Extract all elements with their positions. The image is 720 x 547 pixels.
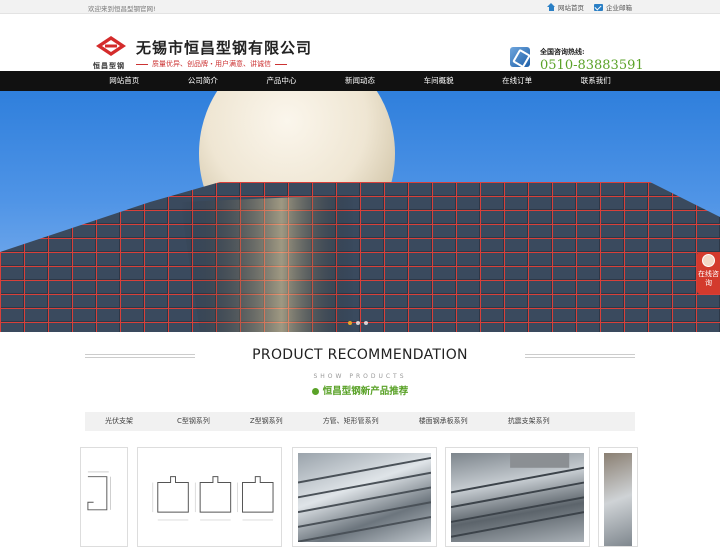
product-photo-image (298, 453, 431, 542)
online-consult-button[interactable]: 在线咨询 (697, 252, 720, 294)
main-nav: 网站首页 公司简介 产品中心 新闻动态 车间概貌 在线订单 联系我们 (0, 71, 720, 91)
slogan: 质量优异、创品牌・用户满意、讲诚信 (152, 60, 271, 68)
nav-item-news[interactable]: 新闻动态 (321, 71, 400, 91)
welcome-text: 欢迎来到恒昌型钢官网! (88, 5, 156, 13)
product-section-title: PRODUCT RECOMMENDATION (252, 347, 468, 363)
top-bar: 欢迎来到恒昌型钢官网! 网站首页 企业邮箱 (0, 0, 720, 14)
product-card[interactable] (598, 447, 638, 547)
company-logo-icon[interactable] (96, 36, 126, 56)
header: 恒昌型钢 无锡市恒昌型钢有限公司 质量优异、创品牌・用户满意、讲诚信 全国咨询热… (0, 14, 720, 73)
slogan-divider-right (275, 63, 287, 65)
home-icon (547, 3, 555, 11)
product-category-tabs: 光伏支架 C型钢系列 Z型钢系列 方管、矩形管系列 楼面钢承板系列 抗震支架系列 (85, 412, 635, 431)
banner-solar-roof-image (0, 182, 720, 332)
title-divider-right (525, 354, 635, 358)
product-photo-image (604, 453, 632, 546)
nav-item-contact[interactable]: 联系我们 (556, 71, 635, 91)
product-carousel (0, 447, 720, 547)
product-section-subtitle: 恒昌型钢新产品推荐 (322, 386, 409, 397)
product-card[interactable] (137, 447, 282, 547)
consultant-avatar-icon (702, 254, 715, 267)
hero-banner[interactable] (0, 91, 720, 332)
product-drawing-image (143, 453, 276, 542)
slide-dot-3[interactable] (364, 321, 368, 325)
product-card[interactable] (292, 447, 437, 547)
nav-item-order[interactable]: 在线订单 (478, 71, 557, 91)
slide-indicators (348, 321, 368, 325)
slogan-divider-left (136, 63, 148, 65)
product-card[interactable] (445, 447, 590, 547)
nav-item-home[interactable]: 网站首页 (85, 71, 164, 91)
home-link-label: 网站首页 (558, 4, 584, 12)
slide-dot-2[interactable] (356, 321, 360, 325)
tab-z-steel[interactable]: Z型钢系列 (250, 412, 283, 431)
company-name: 无锡市恒昌型钢有限公司 (136, 39, 313, 57)
product-card[interactable] (80, 447, 128, 547)
product-drawing-image (86, 453, 122, 539)
mail-icon (594, 3, 603, 11)
nav-item-workshop[interactable]: 车间概貌 (399, 71, 478, 91)
hotline-label: 全国咨询热线: (540, 47, 585, 56)
mail-link[interactable]: 企业邮箱 (594, 2, 632, 12)
logo-caption: 恒昌型钢 (93, 62, 125, 70)
phone-icon (510, 47, 530, 67)
product-section-header: PRODUCT RECOMMENDATION SHOW PRODUCTS 恒昌型… (0, 346, 720, 397)
tab-pv-bracket[interactable]: 光伏支架 (105, 412, 133, 431)
nav-item-about[interactable]: 公司简介 (164, 71, 243, 91)
top-links: 网站首页 企业邮箱 (547, 2, 632, 12)
tab-floor-deck[interactable]: 楼面钢承板系列 (419, 412, 468, 431)
product-section-subtitle-wrap: 恒昌型钢新产品推荐 (0, 383, 720, 397)
product-photo-image (451, 453, 584, 542)
mail-link-label: 企业邮箱 (606, 4, 632, 12)
title-divider-left (85, 354, 195, 358)
product-section-title-wrap: PRODUCT RECOMMENDATION (0, 347, 720, 363)
slogan-row: 质量优异、创品牌・用户满意、讲诚信 (136, 59, 287, 69)
show-products-label: SHOW PRODUCTS (313, 373, 407, 380)
home-link[interactable]: 网站首页 (547, 2, 584, 12)
nav-item-products[interactable]: 产品中心 (242, 71, 321, 91)
tab-seismic-bracket[interactable]: 抗震支架系列 (508, 412, 550, 431)
online-consult-label: 在线咨询 (698, 270, 719, 287)
green-dot-icon (311, 388, 319, 395)
slide-dot-1[interactable] (348, 321, 352, 325)
tab-c-steel[interactable]: C型钢系列 (177, 412, 210, 431)
tab-square-tube[interactable]: 方管、矩形管系列 (323, 412, 379, 431)
